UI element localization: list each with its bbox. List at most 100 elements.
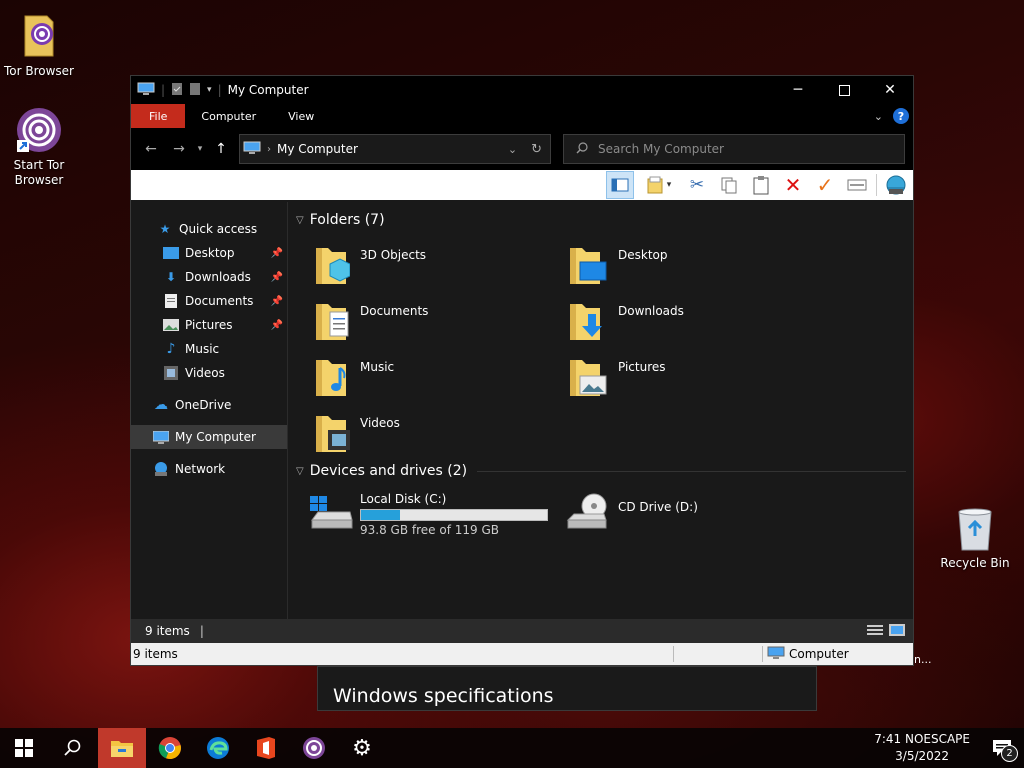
- help-icon[interactable]: ?: [893, 108, 909, 124]
- downloads-folder-icon: [570, 304, 602, 340]
- file-explorer-icon: [111, 741, 133, 757]
- tab-file[interactable]: File: [131, 104, 186, 128]
- up-arrow-icon: ↑: [215, 141, 227, 157]
- pin-icon[interactable]: 📌: [271, 272, 283, 283]
- taskbar-office[interactable]: [242, 728, 290, 768]
- tab-view[interactable]: View: [272, 104, 330, 128]
- sidebar-item-pictures[interactable]: Pictures 📌: [131, 313, 287, 337]
- address-row: ← → ▾ ↑ › My Computer ⌄ ↻ Search My Comp…: [131, 128, 913, 170]
- drive-free-text: 93.8 GB free of 119 GB: [360, 523, 499, 537]
- taskbar-edge[interactable]: [194, 728, 242, 768]
- sidebar-item-label: Downloads: [185, 270, 251, 284]
- drive-usage-bar: [360, 509, 548, 521]
- paste-button[interactable]: [748, 172, 774, 198]
- properties-button[interactable]: [844, 172, 870, 198]
- windows-logo-icon: [15, 739, 33, 757]
- chevron-down-icon[interactable]: ▾: [207, 85, 212, 95]
- breadcrumb[interactable]: My Computer: [277, 142, 358, 156]
- pin-icon[interactable]: 📌: [271, 320, 283, 331]
- folder-item-videos[interactable]: Videos: [314, 410, 554, 460]
- computer-icon: [243, 141, 261, 158]
- taskbar: ⚙ 7:41 NOESCAPE 3/5/2022 2: [0, 728, 1024, 768]
- recent-locations-button[interactable]: ▾: [193, 135, 207, 163]
- cd-drive-icon: [566, 493, 607, 529]
- desktop-folder-icon: [570, 248, 607, 284]
- desktop-icon-recycle-bin[interactable]: Recycle Bin: [933, 504, 1017, 571]
- drive-item-local-disk-c[interactable]: Local Disk (C:) 93.8 GB free of 119 GB: [308, 492, 568, 542]
- sidebar-item-documents[interactable]: Documents 📌: [131, 289, 287, 313]
- sidebar-item-onedrive[interactable]: ☁ OneDrive: [131, 393, 287, 417]
- rename-button[interactable]: ✓: [812, 172, 838, 198]
- devices-group-header[interactable]: ▽ Devices and drives (2): [296, 463, 906, 479]
- search-placeholder: Search My Computer: [598, 142, 724, 156]
- sidebar-item-videos[interactable]: Videos: [131, 361, 287, 385]
- globe-icon: [886, 175, 906, 195]
- chrome-icon: [158, 737, 181, 760]
- sidebar-item-desktop[interactable]: Desktop 📌: [131, 241, 287, 265]
- folder-item-3d-objects[interactable]: 3D Objects: [314, 242, 554, 292]
- forward-arrow-icon: →: [173, 141, 185, 157]
- search-button[interactable]: [48, 728, 96, 768]
- properties-icon[interactable]: [171, 82, 183, 99]
- folder-item-documents[interactable]: Documents: [314, 298, 554, 348]
- preview-pane-button[interactable]: [606, 171, 634, 199]
- desktop-icon-tor-browser[interactable]: Tor Browser: [0, 12, 81, 79]
- clock-date: 3/5/2022: [895, 749, 950, 763]
- network-globe-button[interactable]: [883, 172, 909, 198]
- new-folder-icon[interactable]: [189, 82, 201, 99]
- folder-item-music[interactable]: Music: [314, 354, 554, 404]
- main-area: ★ Quick access Desktop 📌 ⬇ Downloads 📌 D…: [131, 202, 913, 619]
- folder-item-pictures[interactable]: Pictures: [568, 354, 808, 404]
- expand-ribbon-icon[interactable]: ⌄: [874, 110, 883, 123]
- sidebar-item-my-computer[interactable]: My Computer: [131, 425, 287, 449]
- clock[interactable]: 7:41 NOESCAPE 3/5/2022: [864, 731, 980, 765]
- refresh-icon[interactable]: ↻: [531, 142, 542, 157]
- tab-computer[interactable]: Computer: [185, 104, 272, 128]
- minimize-button[interactable]: ─: [775, 76, 821, 104]
- cut-button[interactable]: ✂: [684, 172, 710, 198]
- clock-time: 7:41 NOESCAPE: [874, 732, 970, 746]
- computer-icon: [767, 646, 785, 663]
- desktop-icon-start-tor-browser[interactable]: Start Tor Browser: [0, 106, 81, 188]
- chevron-down-icon: ▾: [197, 144, 203, 154]
- sidebar-item-label: My Computer: [175, 430, 256, 444]
- layout-icon: [647, 176, 663, 194]
- drive-item-cd-drive-d[interactable]: CD Drive (D:): [564, 492, 784, 542]
- sidebar-item-network[interactable]: Network: [131, 457, 287, 481]
- taskbar-settings[interactable]: ⚙: [338, 728, 386, 768]
- folder-item-downloads[interactable]: Downloads: [568, 298, 808, 348]
- sidebar-item-music[interactable]: ♪ Music: [131, 337, 287, 361]
- up-button[interactable]: ↑: [207, 135, 235, 163]
- videos-folder-icon: [316, 416, 350, 452]
- layout-button[interactable]: ▾: [640, 172, 678, 198]
- folders-group-header[interactable]: ▽ Folders (7): [296, 212, 385, 228]
- large-icons-view-icon[interactable]: [889, 623, 905, 639]
- folder-item-desktop[interactable]: Desktop: [568, 242, 808, 292]
- delete-button[interactable]: ✕: [780, 172, 806, 198]
- taskbar-file-explorer[interactable]: [98, 728, 146, 768]
- address-dropdown-icon[interactable]: ⌄: [508, 143, 517, 156]
- search-input[interactable]: Search My Computer: [563, 134, 905, 164]
- scissors-icon: ✂: [689, 175, 705, 195]
- pin-icon[interactable]: 📌: [271, 248, 283, 259]
- details-view-icon[interactable]: [867, 624, 883, 639]
- search-icon: [64, 739, 81, 756]
- sidebar-item-downloads[interactable]: ⬇ Downloads 📌: [131, 265, 287, 289]
- address-bar[interactable]: › My Computer ⌄ ↻: [239, 134, 551, 164]
- copy-button[interactable]: [716, 172, 742, 198]
- folder-label: 3D Objects: [360, 248, 427, 262]
- start-button[interactable]: [0, 728, 48, 768]
- sidebar-item-quick-access[interactable]: ★ Quick access: [131, 217, 287, 241]
- ribbon-tabs: File Computer View ⌄ ?: [131, 104, 913, 128]
- maximize-button[interactable]: [821, 76, 867, 104]
- close-button[interactable]: ✕: [867, 76, 913, 104]
- forward-button[interactable]: →: [165, 135, 193, 163]
- taskbar-tor-browser[interactable]: [290, 728, 338, 768]
- tor-onion-icon: [15, 106, 63, 154]
- taskbar-chrome[interactable]: [146, 728, 194, 768]
- action-center-button[interactable]: 2: [980, 728, 1024, 768]
- group-title: Devices and drives (2): [309, 463, 468, 479]
- pin-icon[interactable]: 📌: [271, 296, 283, 307]
- music-folder-icon: [316, 360, 346, 396]
- back-button[interactable]: ←: [137, 135, 165, 163]
